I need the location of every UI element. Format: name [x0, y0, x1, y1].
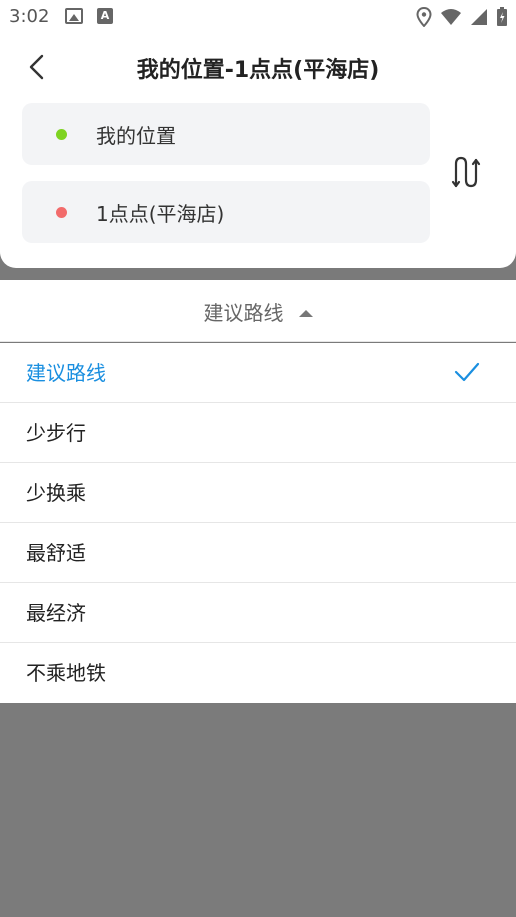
a-notification-icon: A: [97, 8, 113, 24]
route-preference-dropdown[interactable]: 建议路线: [0, 280, 516, 342]
option-label: 最经济: [26, 601, 86, 625]
caret-up-icon: [298, 310, 313, 317]
chevron-left-icon: [29, 54, 44, 80]
option-less-walking[interactable]: 少步行: [0, 403, 516, 463]
option-label: 最舒适: [26, 541, 86, 565]
route-header: 我的位置-1点点(平海店) 我的位置 1点点(平海店): [0, 34, 516, 268]
dropdown-label: 建议路线: [203, 301, 284, 325]
status-time: 3:02: [9, 6, 50, 27]
origin-field[interactable]: 我的位置: [22, 103, 430, 165]
destination-field[interactable]: 1点点(平海店): [22, 181, 430, 243]
option-recommended[interactable]: 建议路线: [0, 343, 516, 403]
destination-label: 1点点(平海店): [96, 202, 225, 226]
option-most-comfortable[interactable]: 最舒适: [0, 523, 516, 583]
option-label: 少换乘: [26, 481, 86, 505]
origin-dot: [56, 129, 67, 140]
swap-icon: [451, 156, 481, 188]
option-label: 不乘地铁: [26, 661, 106, 685]
location-icon: [416, 7, 432, 27]
route-options-list: 建议路线 少步行 少换乘 最舒适 最经济 不乘地铁: [0, 343, 516, 703]
page-title: 我的位置-1点点(平海店): [136, 58, 380, 83]
screen: 3:02 A 我的位置-1点点(平海店) 我的位置 1点点(平海店) 建议路线 …: [0, 0, 516, 917]
dim-overlay[interactable]: [0, 703, 516, 917]
battery-icon: [497, 7, 507, 26]
option-no-subway[interactable]: 不乘地铁: [0, 643, 516, 703]
option-cheapest[interactable]: 最经济: [0, 583, 516, 643]
wifi-icon: [441, 9, 461, 25]
option-fewer-transfers[interactable]: 少换乘: [0, 463, 516, 523]
checkmark-icon: [454, 362, 480, 382]
status-bar: 3:02 A: [0, 0, 516, 34]
option-label: 建议路线: [26, 361, 106, 385]
signal-icon: [471, 9, 487, 25]
status-icons: [416, 6, 508, 28]
back-button[interactable]: [22, 52, 52, 82]
destination-dot: [56, 207, 67, 218]
option-label: 少步行: [26, 421, 86, 445]
image-notification-icon: [65, 8, 83, 24]
origin-label: 我的位置: [96, 124, 176, 148]
swap-route-button[interactable]: [450, 154, 488, 190]
